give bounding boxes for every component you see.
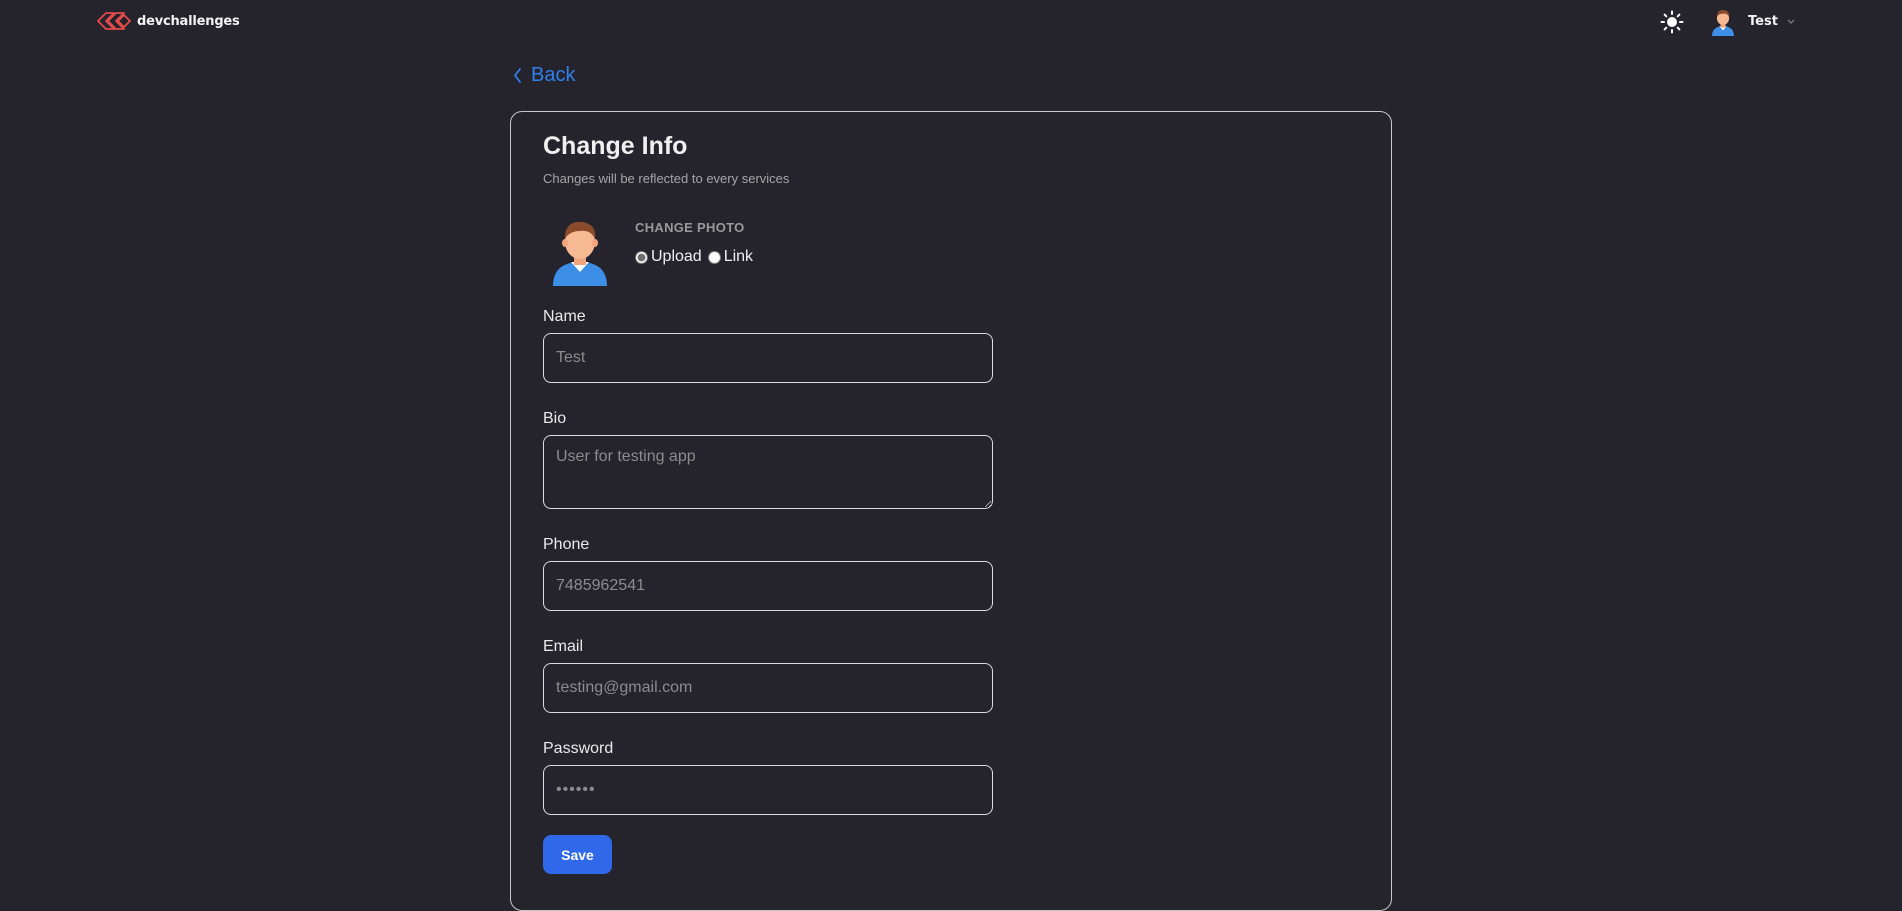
upload-label: Upload — [651, 248, 702, 265]
logo-text: devchallenges — [137, 13, 240, 29]
link-label: Link — [723, 248, 754, 265]
password-label: Password — [543, 740, 614, 757]
chevron-left-icon — [514, 68, 521, 83]
back-link[interactable]: Back — [512, 64, 575, 87]
bio-field[interactable] — [543, 435, 993, 509]
logo-icon — [97, 12, 131, 30]
chevron-down-icon — [1787, 19, 1795, 24]
email-label: Email — [543, 638, 584, 655]
page-subtitle: Changes will be reflected to every servi… — [543, 171, 790, 186]
theme-toggle[interactable] — [1660, 10, 1684, 34]
top-bar: devchallenges Test — [0, 0, 1902, 44]
phone-field[interactable] — [543, 561, 993, 611]
password-field[interactable] — [543, 765, 993, 815]
logo[interactable]: devchallenges — [96, 10, 240, 32]
avatar[interactable] — [543, 212, 617, 286]
user-name: Test — [1748, 13, 1778, 29]
upload-radio[interactable] — [635, 250, 648, 264]
sun-icon — [1660, 10, 1684, 34]
back-label: Back — [531, 64, 576, 86]
bio-label: Bio — [543, 410, 567, 427]
avatar — [1712, 9, 1734, 36]
photo-section: CHANGE PHOTO Upload Link — [543, 212, 759, 286]
change-info-card: Change Info Changes will be reflected to… — [510, 111, 1392, 911]
link-radio[interactable] — [707, 250, 721, 264]
page-title: Change Info — [543, 132, 688, 160]
photo-source-radio-group: Upload Link — [635, 248, 759, 266]
photo-controls: CHANGE PHOTO Upload Link — [635, 212, 759, 266]
radio-upload[interactable]: Upload — [635, 248, 702, 266]
change-photo-label: CHANGE PHOTO — [635, 220, 745, 235]
user-menu[interactable]: Test — [1708, 6, 1796, 36]
save-button[interactable]: Save — [543, 835, 612, 874]
name-field[interactable] — [543, 333, 993, 383]
name-label: Name — [543, 308, 586, 325]
radio-link[interactable]: Link — [707, 248, 754, 266]
email-field[interactable] — [543, 663, 993, 713]
phone-label: Phone — [543, 536, 590, 553]
